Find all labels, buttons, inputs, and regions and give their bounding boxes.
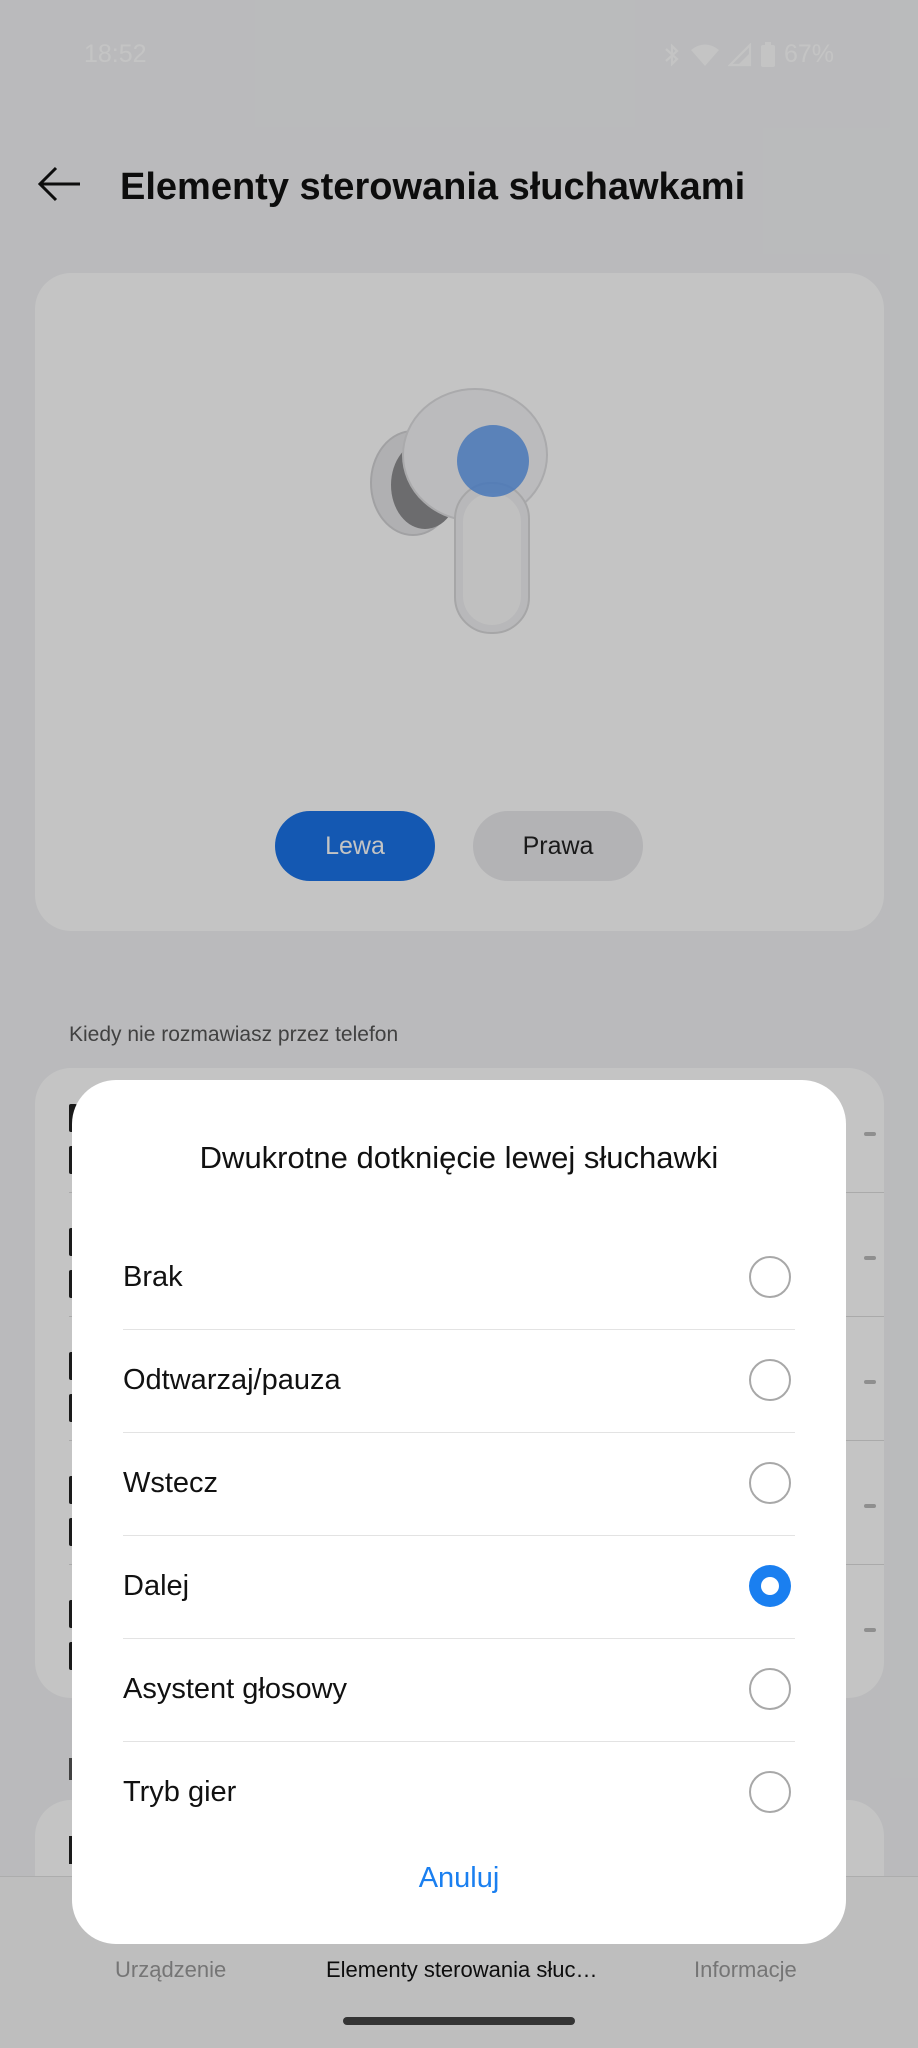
option-dialog: Dwukrotne dotknięcie lewej słuchawki Bra… — [72, 1080, 846, 1944]
option-label: Wstecz — [123, 1467, 219, 1499]
radio-button-checked[interactable] — [749, 1565, 791, 1607]
radio-button[interactable] — [749, 1668, 791, 1710]
option-label: Brak — [123, 1261, 183, 1293]
option-next[interactable]: Dalej — [123, 1536, 795, 1639]
option-none[interactable]: Brak — [123, 1227, 795, 1330]
radio-button[interactable] — [749, 1771, 791, 1813]
option-label: Odtwarzaj/pauza — [123, 1364, 341, 1396]
option-voice-assistant[interactable]: Asystent głosowy — [123, 1639, 795, 1742]
option-label: Tryb gier — [123, 1776, 237, 1808]
dialog-title: Dwukrotne dotknięcie lewej słuchawki — [199, 1140, 719, 1175]
radio-button[interactable] — [749, 1462, 791, 1504]
option-label: Dalej — [123, 1570, 190, 1602]
cancel-button[interactable]: Anuluj — [359, 1848, 559, 1908]
screen: 18:52 67% Elementy sterowania słuchawkam… — [0, 0, 918, 2048]
option-play-pause[interactable]: Odtwarzaj/pauza — [123, 1330, 795, 1433]
option-game-mode[interactable]: Tryb gier — [123, 1742, 795, 1845]
option-previous[interactable]: Wstecz — [123, 1433, 795, 1536]
option-label: Asystent głosowy — [123, 1673, 348, 1705]
radio-button[interactable] — [749, 1359, 791, 1401]
radio-button[interactable] — [749, 1256, 791, 1298]
